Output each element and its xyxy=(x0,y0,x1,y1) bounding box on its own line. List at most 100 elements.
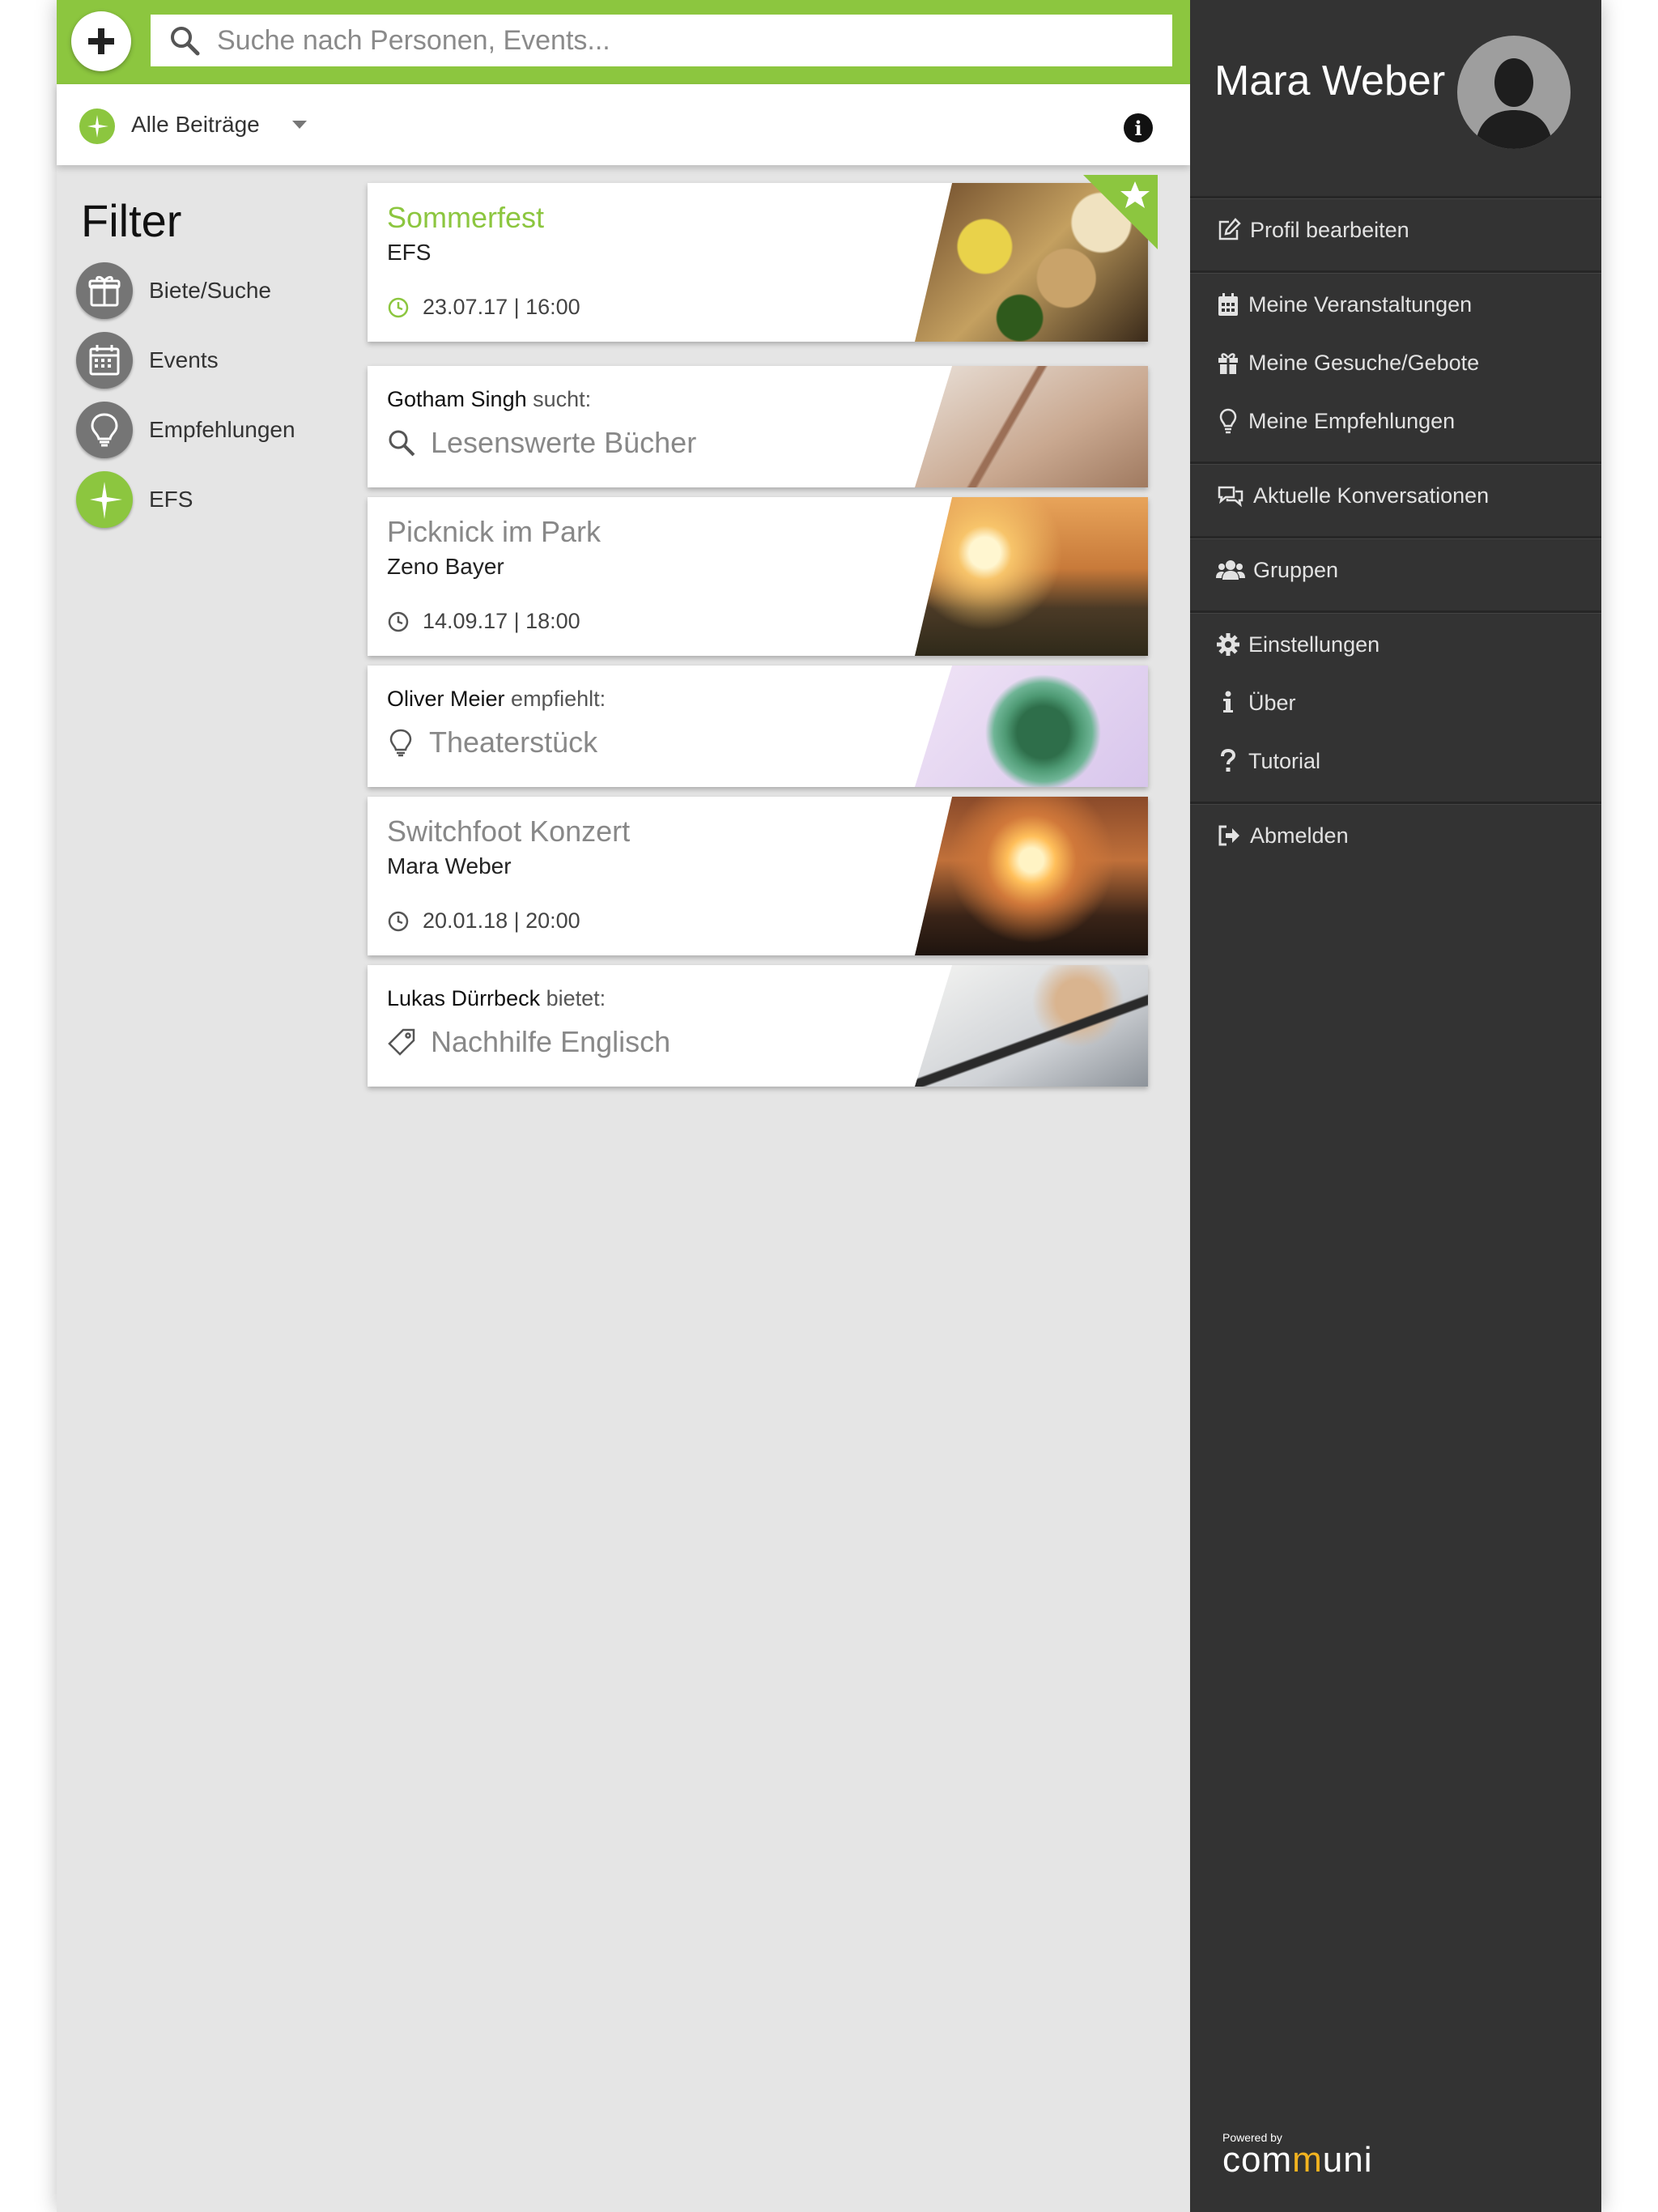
search-bar xyxy=(151,15,1172,66)
star-icon[interactable] xyxy=(1083,175,1158,249)
menu-item-meine-empfehlungen[interactable]: Meine Empfehlungen xyxy=(1216,408,1455,434)
filter-item-biete-suche[interactable]: Biete/Suche xyxy=(76,261,271,321)
plus-icon xyxy=(88,28,114,54)
card-date-text: 14.09.17 | 18:00 xyxy=(423,609,580,633)
card-verb: bietet: xyxy=(546,986,606,1010)
post-image xyxy=(915,965,1148,1087)
menu-item-label: Über xyxy=(1248,690,1296,715)
menu-divider xyxy=(1190,462,1601,465)
card-item-text: Theaterstück xyxy=(429,725,598,759)
info-icon: i xyxy=(1134,116,1142,140)
menu-item-profil-bearbeiten[interactable]: Profil bearbeiten xyxy=(1216,217,1409,243)
card-title: Sommerfest xyxy=(387,201,545,234)
menu-item-label: Gruppen xyxy=(1253,557,1339,582)
brand-suffix: uni xyxy=(1322,2140,1373,2180)
menu-item-label: Meine Empfehlungen xyxy=(1248,408,1456,433)
feed-select[interactable]: Alle Beiträge xyxy=(131,112,307,138)
search-icon xyxy=(389,430,415,457)
feed-card-event[interactable]: Picknick im Park Zeno Bayer 14.09.17 | 1… xyxy=(368,497,1148,656)
search-input[interactable] xyxy=(215,23,1150,57)
logout-icon xyxy=(1218,825,1239,846)
brand-logo: communi xyxy=(1222,2142,1373,2178)
menu-divider xyxy=(1190,610,1601,614)
menu-divider xyxy=(1190,270,1601,274)
users-icon xyxy=(1216,560,1245,580)
menu-item-aktuelle-konversationen[interactable]: Aktuelle Konversationen xyxy=(1216,483,1489,508)
menu-divider xyxy=(1190,536,1601,539)
menu-item-label: Aktuelle Konversationen xyxy=(1253,483,1490,508)
card-verb: sucht: xyxy=(533,387,592,411)
feed-card-event[interactable]: Sommerfest EFS 23.07.17 | 16:00 xyxy=(368,175,1158,342)
lightbulb-icon xyxy=(389,729,412,757)
gift-icon xyxy=(1218,353,1238,374)
event-image xyxy=(915,797,1148,955)
filter-item-events[interactable]: Events xyxy=(76,330,219,390)
menu-item-label: Profil bearbeiten xyxy=(1250,217,1409,242)
feed-select-label: Alle Beiträge xyxy=(131,112,260,137)
feed-card-search[interactable]: Gotham Singh sucht: Lesenswerte Bücher xyxy=(368,366,1148,487)
menu-item-label: Abmelden xyxy=(1250,823,1349,848)
app-window: Alle Beiträge i Filter Biete/Suche Event… xyxy=(57,0,1601,2212)
chevron-down-icon xyxy=(291,121,307,129)
brand-prefix: com xyxy=(1222,2140,1293,2180)
card-subtitle: Mara Weber xyxy=(387,853,512,878)
card-item: Lesenswerte Bücher xyxy=(387,426,696,460)
filter-title: Filter xyxy=(81,195,182,246)
card-subtitle: Zeno Bayer xyxy=(387,554,504,579)
add-post-button[interactable] xyxy=(71,11,131,71)
menu-item-einstellungen[interactable]: Einstellungen xyxy=(1216,632,1380,657)
tag-icon xyxy=(388,1028,415,1056)
menu-item-meine-gesuche-gebote[interactable]: Meine Gesuche/Gebote xyxy=(1216,350,1479,376)
calendar-icon xyxy=(76,332,133,389)
card-verb: empfiehlt: xyxy=(511,687,606,711)
card-date: 20.01.18 | 20:00 xyxy=(387,908,580,934)
menu-divider xyxy=(1190,802,1601,805)
clock-icon xyxy=(388,297,409,317)
question-icon xyxy=(1221,748,1236,772)
card-header: Oliver Meier empfiehlt: xyxy=(387,687,606,712)
edit-icon xyxy=(1218,218,1241,240)
filter-label: EFS xyxy=(149,487,193,512)
event-image xyxy=(915,497,1148,656)
feed-card-recommendation[interactable]: Oliver Meier empfiehlt: Theaterstück xyxy=(368,666,1148,787)
menu-item-label: Meine Gesuche/Gebote xyxy=(1248,350,1480,375)
lightbulb-icon xyxy=(1219,408,1237,434)
menu-item-ueber[interactable]: Über xyxy=(1216,690,1296,716)
card-author: Lukas Dürrbeck xyxy=(387,986,541,1010)
card-item: Theaterstück xyxy=(387,725,597,759)
menu-item-label: Meine Veranstaltungen xyxy=(1248,291,1473,317)
menu-item-meine-veranstaltungen[interactable]: Meine Veranstaltungen xyxy=(1216,291,1472,317)
filter-label: Events xyxy=(149,347,219,372)
feed-bar: Alle Beiträge i xyxy=(57,84,1190,165)
calendar-icon xyxy=(1218,293,1238,316)
avatar[interactable] xyxy=(1457,36,1571,149)
profile-name[interactable]: Mara Weber xyxy=(1214,57,1445,105)
card-subtitle: EFS xyxy=(387,240,432,265)
info-button[interactable]: i xyxy=(1124,113,1153,143)
card-date: 23.07.17 | 16:00 xyxy=(387,295,580,320)
card-author: Gotham Singh xyxy=(387,387,527,411)
card-item-text: Lesenswerte Bücher xyxy=(431,426,697,459)
card-header: Gotham Singh sucht: xyxy=(387,387,591,412)
gift-icon xyxy=(76,262,133,319)
top-bar xyxy=(57,0,1190,84)
card-date-text: 20.01.18 | 20:00 xyxy=(423,908,580,933)
card-title: Switchfoot Konzert xyxy=(387,815,631,848)
card-item: Nachhilfe Englisch xyxy=(387,1025,670,1059)
efs-logo-icon xyxy=(76,471,133,528)
powered-by-logo: Powered by communi xyxy=(1222,2131,1373,2178)
filter-item-empfehlungen[interactable]: Empfehlungen xyxy=(76,400,295,460)
feed-card-event[interactable]: Switchfoot Konzert Mara Weber 20.01.18 |… xyxy=(368,797,1148,955)
card-author: Oliver Meier xyxy=(387,687,505,711)
menu-item-tutorial[interactable]: Tutorial xyxy=(1216,748,1320,774)
post-image xyxy=(915,666,1148,787)
card-title: Picknick im Park xyxy=(387,515,602,548)
menu-item-label: Einstellungen xyxy=(1248,632,1380,657)
efs-logo-icon xyxy=(79,108,115,144)
menu-item-abmelden[interactable]: Abmelden xyxy=(1216,823,1349,849)
post-image xyxy=(915,366,1148,487)
menu-item-gruppen[interactable]: Gruppen xyxy=(1216,557,1338,583)
filter-item-efs[interactable]: EFS xyxy=(76,470,193,530)
feed-card-offer[interactable]: Lukas Dürrbeck bietet: Nachhilfe Englisc… xyxy=(368,965,1148,1087)
card-date-text: 23.07.17 | 16:00 xyxy=(423,295,580,319)
